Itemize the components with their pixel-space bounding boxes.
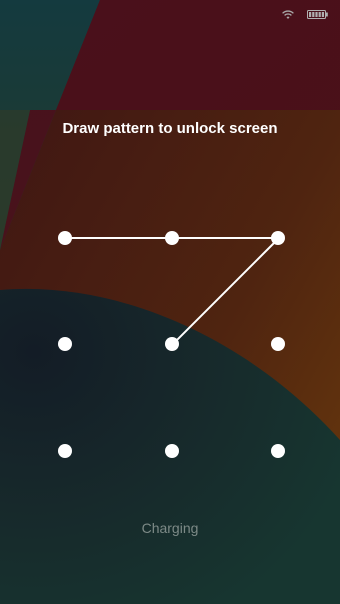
pattern-dot-4[interactable] (58, 337, 72, 351)
pattern-dot-6[interactable] (271, 337, 285, 351)
pattern-dot-8[interactable] (165, 444, 179, 458)
pattern-lock-grid[interactable] (0, 0, 340, 604)
pattern-line (172, 237, 278, 239)
pattern-dot-7[interactable] (58, 444, 72, 458)
pattern-line (65, 237, 172, 239)
pattern-dot-5[interactable] (165, 337, 179, 351)
charging-status: Charging (141, 520, 199, 536)
pattern-dot-2[interactable] (165, 231, 179, 245)
pattern-dot-3[interactable] (271, 231, 285, 245)
pattern-line (171, 237, 279, 346)
pattern-dot-9[interactable] (271, 444, 285, 458)
pattern-dot-1[interactable] (58, 231, 72, 245)
